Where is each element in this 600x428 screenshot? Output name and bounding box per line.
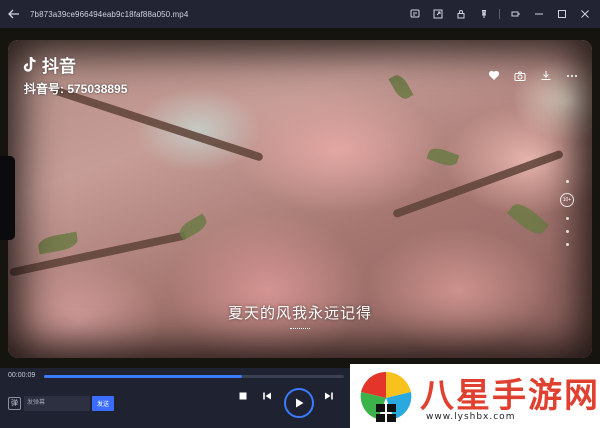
window-title: 7b873a39ce966494eab9c18faf88a050.mp4 [30,9,189,19]
screenshot-button[interactable] [405,4,424,24]
douyin-logo: 抖音 [22,52,76,77]
side-dot [565,243,569,246]
divider [499,9,500,19]
send-button[interactable]: 发送 [92,395,114,411]
screenshot-icon [410,9,419,18]
maximize-button[interactable] [552,4,571,24]
side-dot [565,217,569,220]
watermark-url: www.lyshbx.com [426,412,516,422]
stop-icon [239,392,247,400]
site-watermark: 八星手游网 www.lyshbx.com [350,364,600,428]
previous-button[interactable] [262,391,272,401]
download-icon[interactable] [540,70,552,81]
pip-button[interactable] [428,4,447,24]
pin-button[interactable] [474,4,493,24]
next-button[interactable] [324,391,334,401]
danmu-input[interactable] [24,395,90,411]
picture-in-picture-icon [433,9,442,19]
video-frame: 抖音 抖音号: 575038895 10+ 夏天的风我永远记得 [8,40,592,358]
camera-icon[interactable] [514,71,526,81]
minimize-button[interactable] [529,4,548,24]
next-icon [325,392,333,400]
previous-icon [263,392,271,400]
side-dot [565,230,569,233]
maximize-icon [557,10,566,18]
douyin-id: 抖音号: 575038895 [24,82,128,96]
subtitle-mark [290,328,310,331]
video-subtitle: 夏天的风我永远记得 [227,304,372,322]
progress-bar[interactable] [44,375,344,378]
window-controls [405,0,594,28]
mini-mode-icon [511,11,520,17]
danmu-toggle-button[interactable]: 弹 [8,396,21,410]
minimize-icon [534,13,543,15]
side-dot [565,180,569,183]
danmu-bar: 弹 发送 [8,395,114,411]
app-name: 抖音 [42,57,76,76]
close-icon [580,10,589,18]
watermark-logo-icon [360,372,412,422]
stop-button[interactable] [238,391,248,401]
lock-button[interactable] [451,4,470,24]
back-button[interactable] [0,0,28,28]
heart-icon[interactable] [488,70,500,81]
close-button[interactable] [575,4,594,24]
lock-icon [457,10,464,19]
side-badge[interactable]: 10+ [560,193,574,207]
video-top-icons [488,70,578,81]
current-time: 00:00:09 [8,372,36,379]
play-icon [296,398,304,408]
side-panel-handle[interactable] [0,156,15,240]
pin-icon [481,10,486,18]
back-arrow-icon [8,9,19,19]
mini-mode-button[interactable] [506,4,525,24]
progress-fill [44,375,242,378]
play-button[interactable] [284,388,314,418]
video-area[interactable]: 抖音 抖音号: 575038895 10+ 夏天的风我永远记得 [0,28,600,368]
video-side-icons: 10+ [560,180,574,246]
title-bar: 7b873a39ce966494eab9c18faf88a050.mp4 [0,0,600,28]
watermark-name: 八星手游网 [420,376,600,416]
more-icon[interactable] [566,74,578,78]
tiktok-note-icon [23,56,36,72]
